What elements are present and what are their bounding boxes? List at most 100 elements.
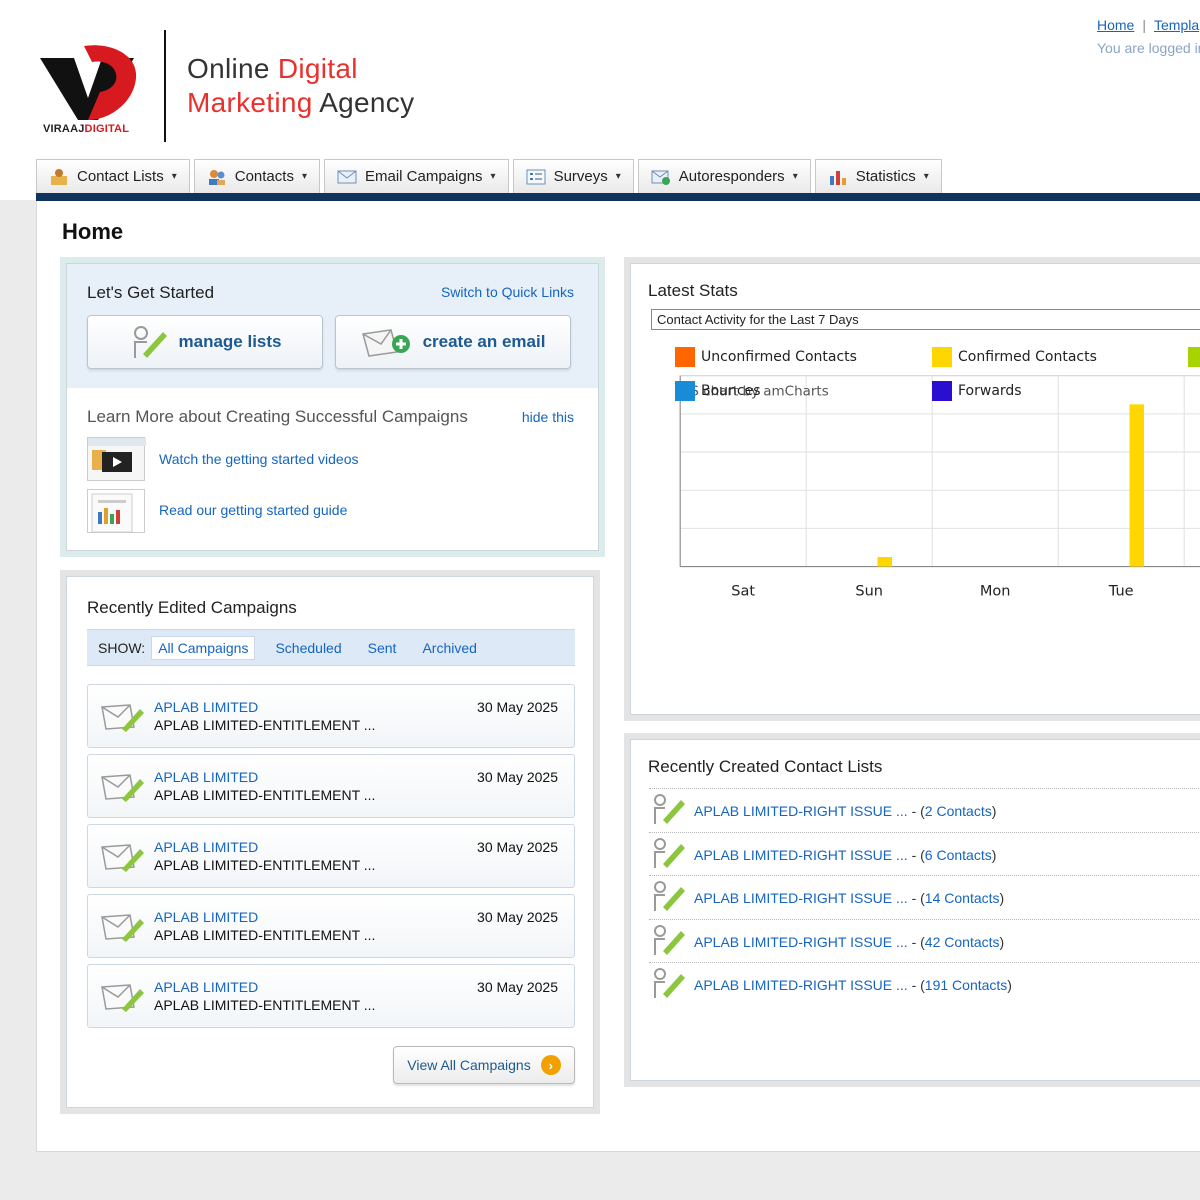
email-edit-icon (101, 774, 144, 802)
plot-area (679, 375, 1200, 568)
campaign-row[interactable]: APLAB LIMITED APLAB LIMITED-ENTITLEMENT … (87, 964, 575, 1028)
contact-count-close: ) (1007, 977, 1012, 994)
view-all-campaigns-button[interactable]: View All Campaigns › (393, 1046, 575, 1084)
campaign-name-link[interactable]: APLAB LIMITED (154, 909, 258, 925)
viraaj-logo (40, 45, 137, 120)
campaign-subject: APLAB LIMITED-ENTITLEMENT ... (154, 717, 376, 733)
manage-lists-label: manage lists (178, 332, 282, 351)
logo-divider (164, 30, 166, 142)
templates-link[interactable]: Templa (1154, 17, 1199, 33)
page-title: Home (62, 219, 124, 244)
tab-archived[interactable]: Archived (416, 637, 482, 659)
legend-label: Bounces (701, 383, 761, 399)
contact-count-close: ) (991, 803, 997, 819)
watch-videos-link[interactable]: Watch the getting started videos (159, 451, 358, 467)
tab-all-campaigns[interactable]: All Campaigns (151, 635, 256, 660)
tab-sent[interactable]: Sent (362, 637, 403, 659)
surveys-icon (526, 169, 546, 184)
bar (1129, 404, 1144, 567)
contact-list-row[interactable]: APLAB LIMITED-RIGHT ISSUE ... - (2 Conta… (649, 788, 1200, 830)
hide-this-link[interactable]: hide this (522, 409, 574, 425)
nav-statistics[interactable]: Statistics ▾ (814, 159, 942, 193)
list-edit-icon (654, 924, 685, 955)
contact-count-close: ) (999, 890, 1005, 907)
contact-list-name-link[interactable]: APLAB LIMITED-RIGHT ISSUE ... (694, 803, 908, 819)
arrow-right-icon: › (540, 1055, 561, 1075)
legend-item[interactable]: Confirmed Contacts (932, 347, 1097, 367)
contact-list-name-link[interactable]: APLAB LIMITED-RIGHT ISSUE ... (694, 977, 908, 993)
contact-count-separator: - ( (907, 890, 925, 907)
contact-list-row[interactable]: APLAB LIMITED-RIGHT ISSUE ... - (14 Cont… (649, 875, 1200, 917)
legend-item[interactable] (1188, 347, 1200, 367)
contact-list-name-link[interactable]: APLAB LIMITED-RIGHT ISSUE ... (694, 847, 908, 863)
bar (877, 557, 892, 567)
contact-count-link[interactable]: 191 Contacts (925, 977, 1008, 993)
contact-list-name-link[interactable]: APLAB LIMITED-RIGHT ISSUE ... (694, 890, 908, 906)
legend-swatch (1188, 347, 1200, 367)
campaign-date: 30 May 2025 (477, 979, 558, 995)
campaign-subject: APLAB LIMITED-ENTITLEMENT ... (154, 927, 376, 943)
guide-document-icon (91, 493, 133, 533)
legend-item[interactable]: Unconfirmed Contacts (675, 347, 857, 367)
campaign-name-link[interactable]: APLAB LIMITED (154, 699, 258, 715)
campaign-name-link[interactable]: APLAB LIMITED (154, 979, 258, 995)
nav-surveys[interactable]: Surveys ▾ (512, 159, 634, 193)
stats-period-select[interactable]: Contact Activity for the Last 7 Days (651, 309, 1200, 330)
legend-label: Confirmed Contacts (958, 349, 1097, 365)
x-tick-label: Sat (731, 584, 755, 600)
contact-list-row[interactable]: APLAB LIMITED-RIGHT ISSUE ... - (42 Cont… (649, 918, 1200, 961)
list-edit-icon (654, 837, 685, 868)
legend-item[interactable]: Bounces (675, 381, 761, 401)
contact-count-link[interactable]: 14 Contacts (925, 890, 1000, 906)
nav-label: Autoresponders (678, 168, 785, 185)
logo-caption: VIRAAJDIGITAL (43, 123, 130, 135)
campaign-row[interactable]: APLAB LIMITED APLAB LIMITED-ENTITLEMENT … (87, 894, 575, 958)
legend-item[interactable]: Forwards (932, 381, 1022, 401)
link-separator: | (1142, 17, 1146, 33)
nav-contact-lists[interactable]: Contact Lists ▾ (36, 159, 190, 193)
recent-campaigns-panel: Recently Edited Campaigns SHOW: All Camp… (60, 570, 600, 1114)
x-tick-label: Mon (980, 584, 1011, 600)
contact-list-row[interactable]: APLAB LIMITED-RIGHT ISSUE ... - (6 Conta… (649, 831, 1200, 874)
legend-swatch (932, 381, 952, 401)
nav-email-campaigns[interactable]: Email Campaigns ▾ (323, 159, 509, 193)
home-link[interactable]: Home (1097, 17, 1134, 33)
contact-count-link[interactable]: 42 Contacts (925, 934, 1000, 950)
contact-count-link[interactable]: 6 Contacts (925, 847, 992, 863)
create-email-button[interactable]: create an email (335, 315, 571, 369)
latest-stats-body: Latest Stats Contact Activity for the La… (630, 263, 1200, 715)
contact-list-row[interactable]: APLAB LIMITED-RIGHT ISSUE ... - (191 Con… (649, 962, 1200, 1004)
learn-more-heading: Learn More about Creating Successful Cam… (87, 407, 468, 426)
campaign-name-link[interactable]: APLAB LIMITED (154, 769, 258, 785)
contact-count-separator: - ( (907, 846, 925, 863)
contact-count-close: ) (991, 846, 997, 863)
campaign-name-link[interactable]: APLAB LIMITED (154, 839, 258, 855)
email-edit-icon (101, 704, 144, 732)
chevron-down-icon: ▾ (301, 171, 307, 182)
campaign-row[interactable]: APLAB LIMITED APLAB LIMITED-ENTITLEMENT … (87, 684, 575, 748)
campaign-date: 30 May 2025 (477, 699, 558, 715)
recent-campaigns-body: Recently Edited Campaigns SHOW: All Camp… (66, 576, 594, 1108)
manage-lists-button[interactable]: manage lists (87, 315, 323, 369)
video-thumbnail[interactable] (87, 437, 146, 481)
switch-quick-links-link[interactable]: Switch to Quick Links (441, 284, 574, 300)
nav-underline (36, 193, 1200, 201)
campaign-row[interactable]: APLAB LIMITED APLAB LIMITED-ENTITLEMENT … (87, 754, 575, 818)
guide-thumbnail[interactable] (87, 489, 145, 533)
contacts-icon (208, 169, 225, 185)
agency-name: Online Digital Marketing Agency (187, 53, 415, 118)
campaign-subject: APLAB LIMITED-ENTITLEMENT ... (154, 997, 376, 1013)
tab-scheduled[interactable]: Scheduled (269, 637, 347, 659)
campaign-row[interactable]: APLAB LIMITED APLAB LIMITED-ENTITLEMENT … (87, 824, 575, 888)
statistics-icon (829, 170, 846, 185)
view-all-label: View All Campaigns (407, 1057, 531, 1073)
read-guide-link[interactable]: Read our getting started guide (159, 502, 347, 518)
contact-count-link[interactable]: 2 Contacts (925, 803, 992, 819)
logged-in-status: You are logged in (1097, 40, 1200, 56)
legend-swatch (675, 381, 695, 401)
contact-list-name-link[interactable]: APLAB LIMITED-RIGHT ISSUE ... (694, 934, 908, 950)
get-started-panel: Let's Get Started Switch to Quick Links … (60, 257, 605, 557)
nav-autoresponders[interactable]: Autoresponders ▾ (637, 159, 811, 193)
chevron-down-icon: ▾ (615, 171, 621, 182)
nav-contacts[interactable]: Contacts ▾ (193, 159, 320, 193)
